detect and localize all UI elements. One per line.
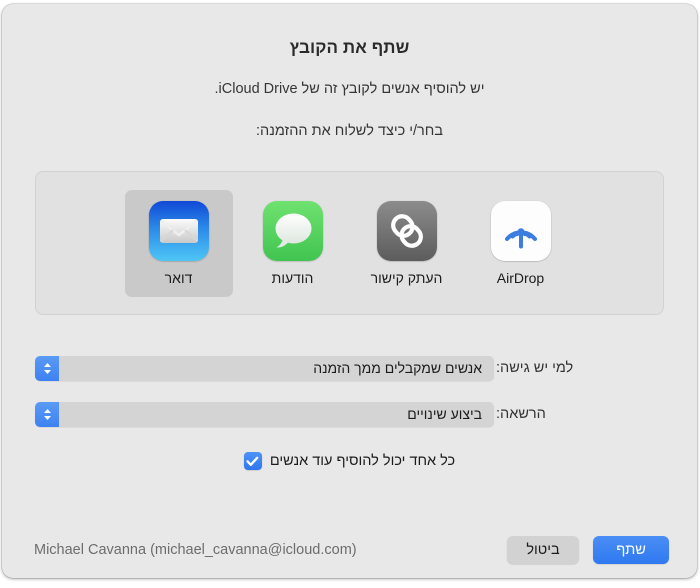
chevron-updown-icon[interactable]	[35, 401, 59, 427]
mail-icon	[148, 200, 209, 261]
share-target-label: הודעות	[271, 269, 314, 286]
share-target-label: דואר	[164, 269, 193, 286]
checkmark-icon	[246, 456, 259, 466]
share-file-dialog: שתף את הקובץ יש להוסיף אנשים לקובץ זה של…	[2, 4, 697, 578]
share-target-messages[interactable]: הודעות	[239, 190, 347, 297]
page-title: שתף את הקובץ	[289, 38, 410, 57]
share-target-label: העתק קישור	[370, 269, 443, 286]
anyone-can-add-row[interactable]: כל אחד יכול להוסיף עוד אנשים	[35, 450, 664, 472]
access-label: למי יש גישה:	[496, 360, 574, 376]
dialog-subtitle-line2: בחר/י כיצד לשלוח את ההזמנה:	[255, 123, 444, 139]
access-popup-button[interactable]: אנשים שמקבלים ממך הזמנה	[35, 355, 494, 381]
share-methods-panel: AirDrop העתק קישור הודעות דואר	[35, 171, 664, 315]
share-button[interactable]: שתף	[593, 536, 669, 564]
share-target-airdrop[interactable]: AirDrop	[467, 190, 575, 297]
share-target-label: AirDrop	[496, 269, 545, 286]
permission-popup-button[interactable]: ביצוע שינויים	[35, 401, 494, 427]
permission-popup-value: ביצוע שינויים	[407, 406, 482, 422]
permission-row: הרשאה: ביצוע שינויים	[35, 401, 664, 427]
share-methods-list: AirDrop העתק קישור הודעות דואר	[36, 172, 663, 314]
dialog-footer: שתף ביטול Michael Cavanna (michael_cavan…	[2, 534, 697, 566]
access-row: למי יש גישה: אנשים שמקבלים ממך הזמנה	[35, 355, 664, 381]
dialog-subtitle-line1: יש להוסיף אנשים לקובץ זה של iCloud Drive…	[214, 81, 485, 97]
anyone-can-add-label: כל אחד יכול להוסיף עוד אנשים	[269, 453, 456, 469]
share-target-mail[interactable]: דואר	[124, 189, 233, 297]
anyone-can-add-checkbox[interactable]	[243, 452, 262, 470]
permission-label: הרשאה:	[496, 406, 546, 422]
chevron-updown-icon[interactable]	[35, 355, 59, 381]
access-popup-value: אנשים שמקבלים ממך הזמנה	[313, 360, 482, 376]
share-target-copy-link[interactable]: העתק קישור	[353, 190, 461, 297]
airdrop-icon	[490, 200, 551, 261]
account-text: Michael Cavanna (michael_cavanna@icloud.…	[34, 542, 357, 558]
link-icon	[376, 200, 437, 261]
cancel-button[interactable]: ביטול	[507, 536, 579, 564]
messages-icon	[262, 200, 323, 261]
